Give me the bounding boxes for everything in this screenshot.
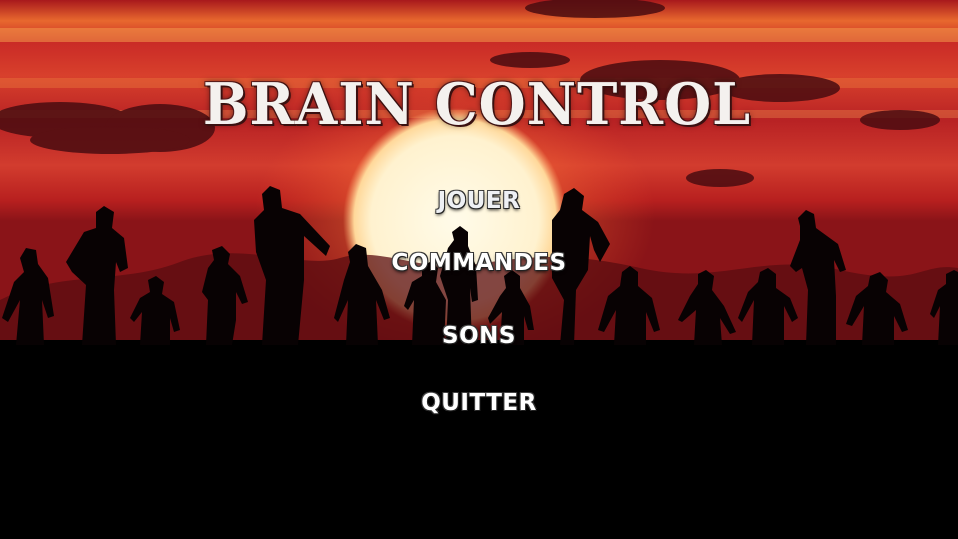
quit-button[interactable]: QUITTER [0, 390, 958, 416]
sounds-button[interactable]: SONS [0, 323, 958, 349]
main-menu-screen: BRAIN CONTROL JOUER COMMANDES SONS QUITT… [0, 0, 958, 539]
game-title: BRAIN CONTROL [0, 70, 958, 137]
play-button[interactable]: JOUER [0, 188, 958, 214]
controls-button[interactable]: COMMANDES [0, 250, 958, 276]
game-title-text: BRAIN CONTROL [202, 70, 752, 138]
